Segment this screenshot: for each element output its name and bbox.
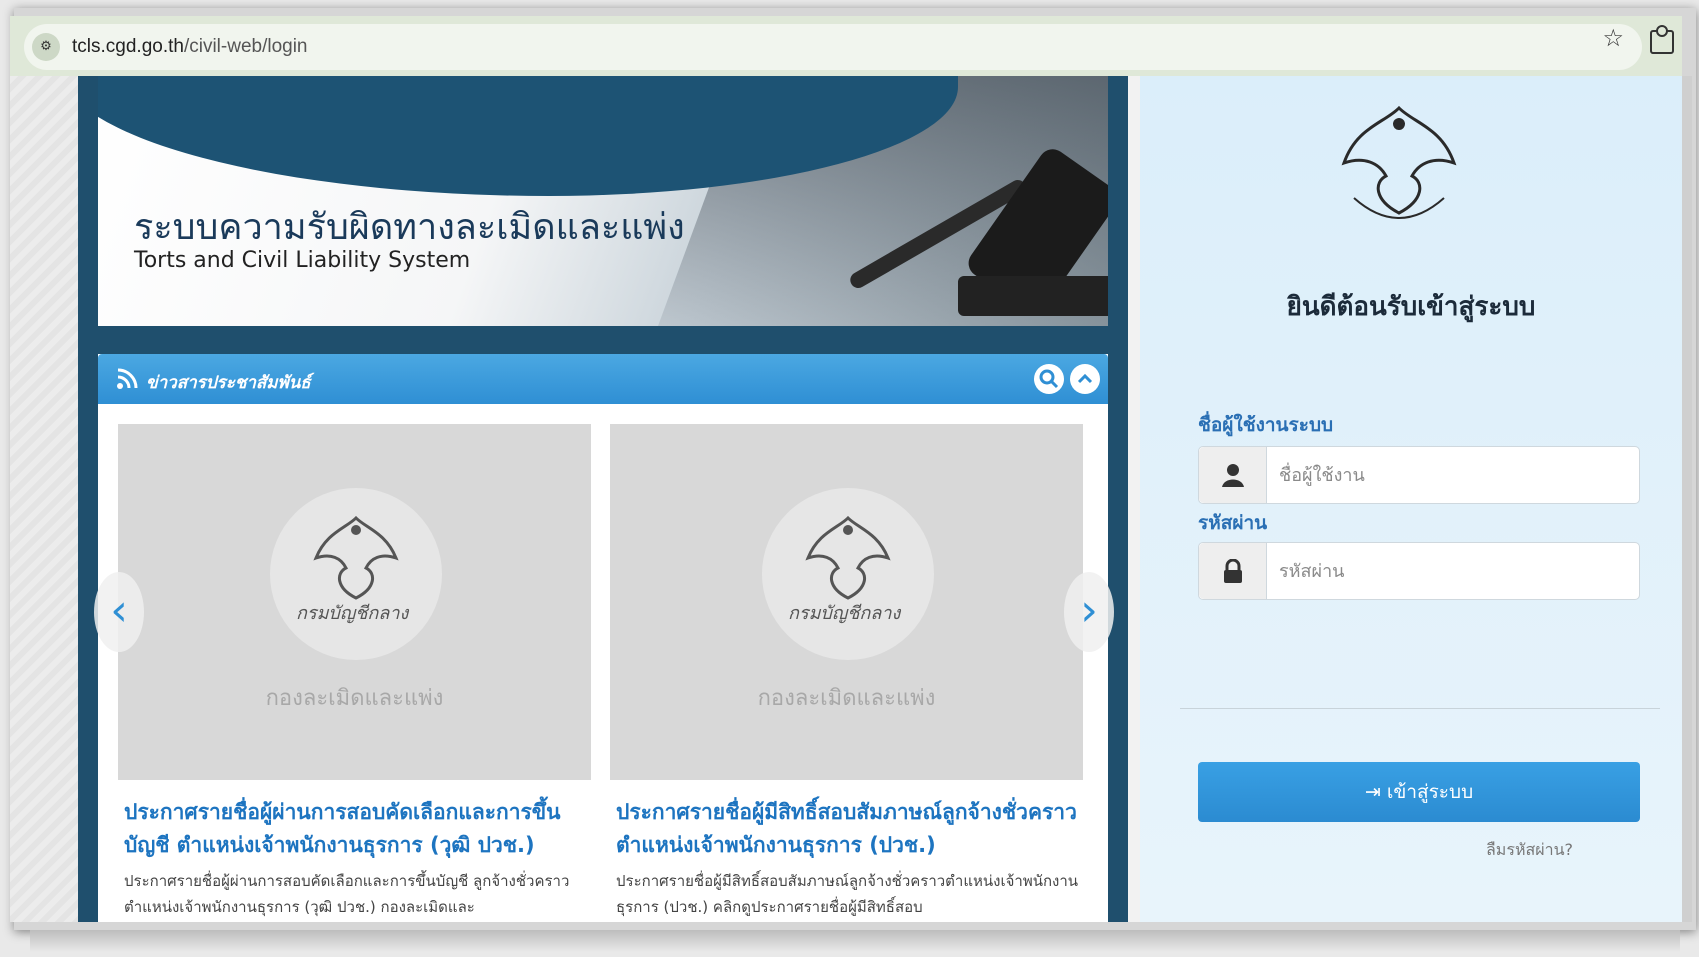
news-card[interactable]: กรมบัญชีกลาง กองละเมิดและแพ่ง ประกาศรายช… bbox=[610, 424, 1083, 924]
url-text[interactable]: tcls.cgd.go.th/civil-web/login bbox=[72, 36, 308, 58]
main-column: ระบบความรับผิดทางละเมิดและแพ่ง Torts and… bbox=[78, 76, 1128, 922]
thumbnail-caption: กองละเมิดและแพ่ง bbox=[757, 686, 936, 711]
lock-icon bbox=[1199, 543, 1267, 599]
banner: ระบบความรับผิดทางละเมิดและแพ่ง Torts and… bbox=[98, 76, 1108, 326]
password-group bbox=[1198, 542, 1640, 600]
news-card[interactable]: กรมบัญชีกลาง กองละเมิดและแพ่ง ประกาศรายช… bbox=[118, 424, 591, 924]
garuda-icon bbox=[313, 515, 399, 600]
user-icon bbox=[1199, 447, 1267, 503]
login-panel: ยินดีต้อนรับเข้าสู่ระบบ ชื่อผู้ใช้งานระบ… bbox=[1140, 76, 1682, 922]
username-group bbox=[1198, 446, 1640, 504]
news-header: ข่าวสารประชาสัมพันธ์ bbox=[98, 354, 1108, 404]
puzzle-icon[interactable] bbox=[1650, 25, 1674, 54]
forgot-password-link[interactable]: ลืมรหัสผ่าน? bbox=[1486, 838, 1573, 863]
seal-text: กรมบัญชีกลาง bbox=[296, 603, 409, 624]
left-gutter bbox=[10, 76, 78, 922]
username-label: ชื่อผู้ใช้งานระบบ bbox=[1198, 414, 1334, 436]
news-title: ข่าวสารประชาสัมพันธ์ bbox=[146, 373, 311, 393]
url-host: tcls.cgd.go.th bbox=[72, 36, 184, 57]
cgd-seal: กรมบัญชีกลาง bbox=[270, 488, 442, 660]
address-bar[interactable]: ⚙ tcls.cgd.go.th/civil-web/login bbox=[24, 24, 1642, 70]
page: ระบบความรับผิดทางละเมิดและแพ่ง Torts and… bbox=[10, 76, 1692, 922]
login-button-label: เข้าสู่ระบบ bbox=[1386, 781, 1474, 803]
news-panel: ข่าวสารประชาสัมพันธ์ กรมบัญชีกลาง กองละเ… bbox=[94, 354, 1114, 924]
star-icon[interactable]: ☆ bbox=[1602, 24, 1624, 52]
banner-title-en: Torts and Civil Liability System bbox=[134, 248, 471, 273]
news-description: ประกาศรายชื่อผู้ผ่านการสอบคัดเลือกและการ… bbox=[124, 872, 570, 916]
banner-title-th: ระบบความรับผิดทางละเมิดและแพ่ง bbox=[134, 207, 685, 248]
carousel-prev-button[interactable]: ‹ bbox=[94, 572, 144, 652]
divider bbox=[1180, 708, 1660, 709]
rss-icon bbox=[116, 368, 138, 390]
bottom-shadow bbox=[30, 930, 1680, 952]
password-label: รหัสผ่าน bbox=[1198, 512, 1268, 534]
cgd-seal: กรมบัญชีกลาง bbox=[762, 488, 934, 660]
garuda-icon bbox=[805, 515, 891, 600]
login-button[interactable]: ⇥ เข้าสู่ระบบ bbox=[1198, 762, 1640, 822]
chevron-up-icon[interactable] bbox=[1070, 364, 1100, 394]
username-input[interactable] bbox=[1279, 459, 1619, 491]
search-icon[interactable] bbox=[1034, 364, 1064, 394]
browser-toolbar: ⚙ tcls.cgd.go.th/civil-web/login ☆ bbox=[10, 16, 1682, 76]
news-title-link[interactable]: ประกาศรายชื่อผู้ผ่านการสอบคัดเลือกและการ… bbox=[124, 796, 594, 862]
cgd-logo bbox=[1341, 105, 1457, 219]
password-input[interactable] bbox=[1279, 555, 1619, 587]
site-info-icon[interactable]: ⚙ bbox=[32, 33, 60, 61]
thumbnail-caption: กองละเมิดและแพ่ง bbox=[265, 686, 444, 711]
gavel-base bbox=[958, 276, 1108, 316]
news-title-link[interactable]: ประกาศรายชื่อผู้มีสิทธิ์สอบสัมภาษณ์ลูกจ้… bbox=[616, 796, 1086, 862]
news-thumbnail[interactable]: กรมบัญชีกลาง กองละเมิดและแพ่ง bbox=[118, 424, 591, 780]
right-edge bbox=[1682, 76, 1692, 922]
news-thumbnail[interactable]: กรมบัญชีกลาง กองละเมิดและแพ่ง bbox=[610, 424, 1083, 780]
url-path: /civil-web/login bbox=[183, 36, 308, 57]
carousel-next-button[interactable]: › bbox=[1064, 572, 1114, 652]
sign-in-icon: ⇥ bbox=[1364, 781, 1387, 803]
seal-text: กรมบัญชีกลาง bbox=[788, 603, 901, 624]
welcome-heading: ยินดีต้อนรับเข้าสู่ระบบ bbox=[1286, 292, 1536, 322]
news-description: ประกาศรายชื่อผู้มีสิทธิ์สอบสัมภาษณ์ลูกจ้… bbox=[616, 872, 1079, 916]
